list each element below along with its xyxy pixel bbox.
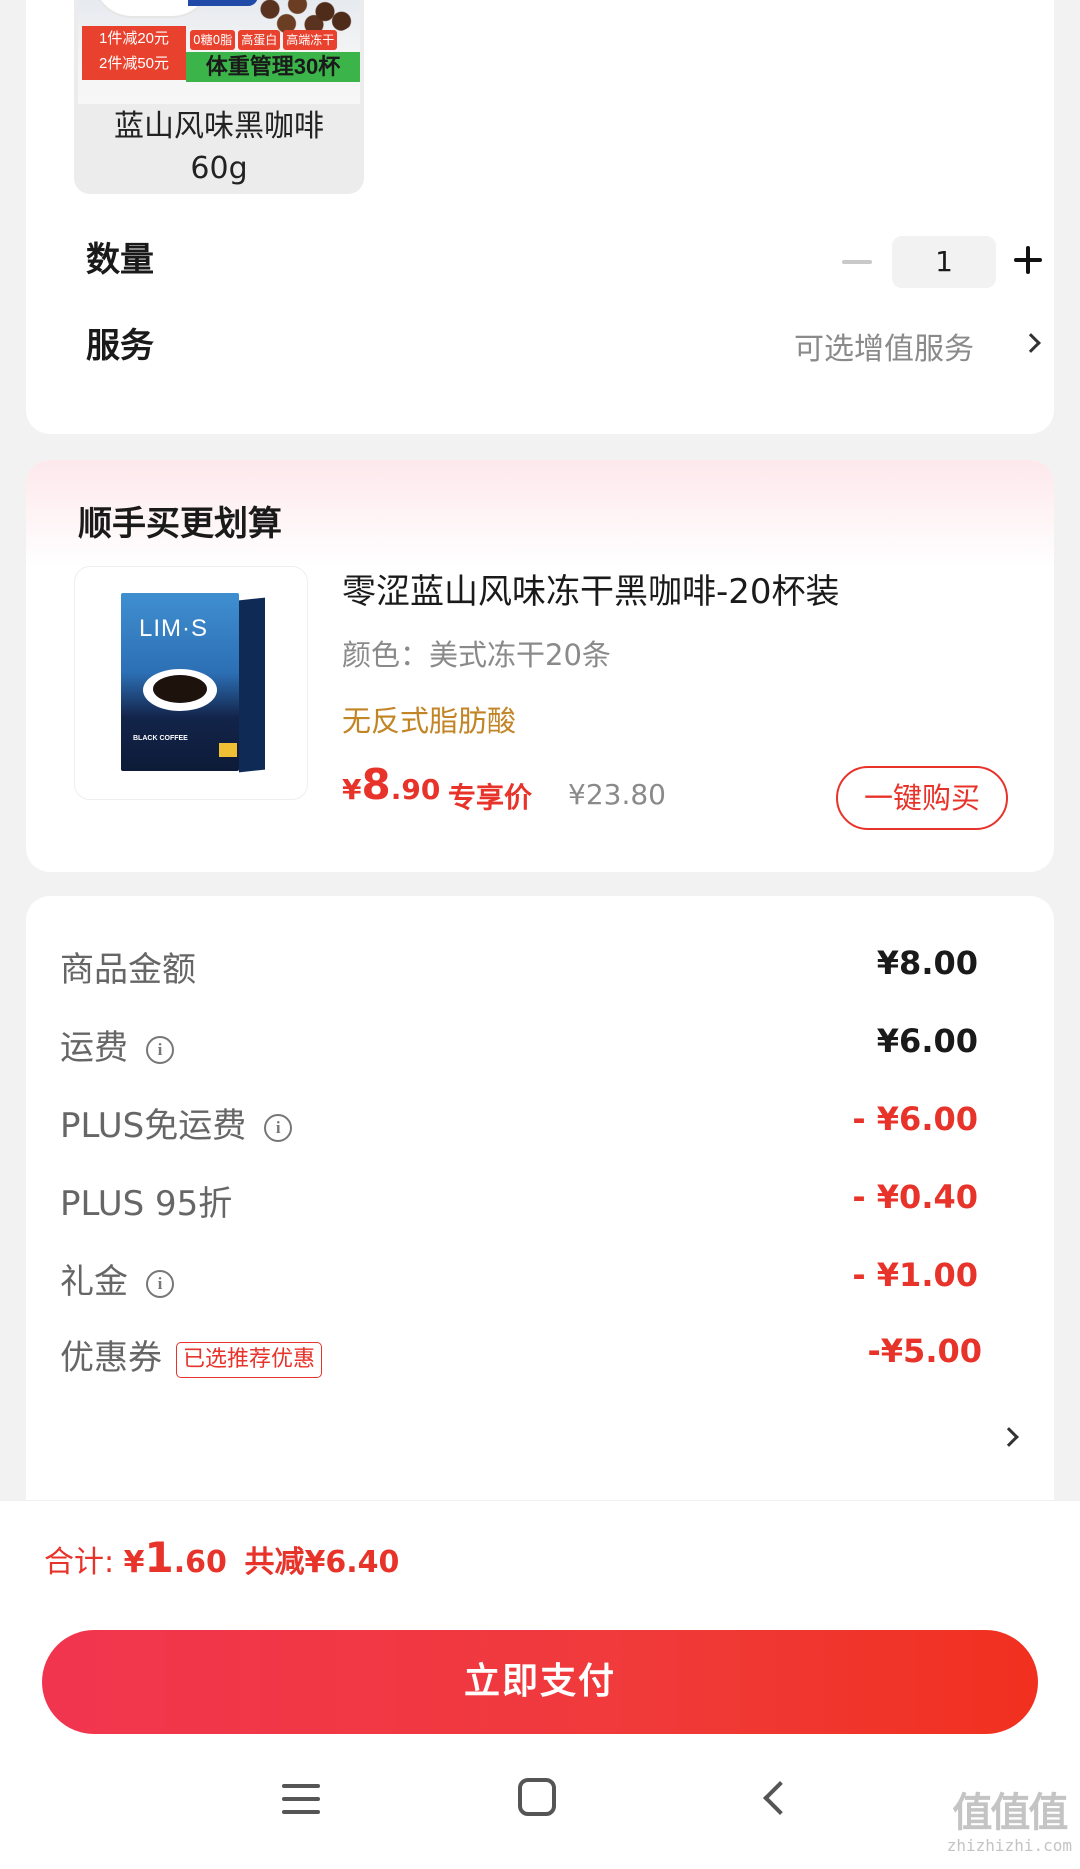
summary-label-wrap: 运费 i [60,1020,174,1069]
total-amount: 合计: ¥1.60 共减¥6.40 [44,1533,399,1582]
summary-row-shipping: 运费 i ¥6.00 [26,1020,1054,1080]
package-graphic [188,0,258,6]
sku-name-line-1: 蓝山风味黑咖啡 [114,109,324,144]
exclusive-price-label: 专享价 [448,781,533,814]
summary-label: 运费 [60,1028,128,1068]
recommend-product-tag: 无反式脂肪酸 [342,704,517,738]
box-side-graphic [239,597,265,773]
sku-tags: 0糖0脂 高蛋白 高端冻干 [190,30,356,50]
menu-icon[interactable] [282,1784,320,1814]
sku-banner: 体重管理30杯 [186,52,360,82]
info-icon[interactable]: i [146,1035,174,1064]
summary-label-wrap: 优惠券 已选推荐优惠 [60,1330,323,1379]
pay-area: 立即支付 [0,1616,1080,1746]
one-click-buy-button[interactable]: 一键购买 [836,766,1008,830]
recommend-card: 顺手买更划算 LIM·S BLACK COFFEE 零涩蓝山风味冻干黑咖啡-20… [26,460,1054,872]
summary-label: PLUS 95折 [60,1184,233,1224]
sku-tag: 高端冻干 [283,30,338,50]
summary-row-plus-discount: PLUS 95折 - ¥0.40 [26,1176,1054,1236]
price-dec: .90 [390,773,441,806]
promo-line-1: 1件减20元 [98,30,170,47]
summary-row-plus-free-shipping: PLUS免运费 i - ¥6.00 [26,1098,1054,1158]
summary-value: - ¥6.00 [852,1100,978,1138]
info-icon[interactable]: i [264,1113,293,1142]
watermark-logo: 值值值 [952,1790,1068,1836]
sku-tag: 0糖0脂 [190,30,236,50]
summary-label-wrap: 礼金 i [60,1254,174,1303]
recommend-product-spec: 颜色：美式冻干20条 [342,638,611,672]
total-prefix: 合计: [44,1545,124,1580]
box-label: BLACK COFFEE [133,735,188,742]
total-saved: 共减¥6.40 [244,1545,400,1580]
box-logo: LIM·S [139,615,209,642]
service-label: 服务 [86,326,154,366]
summary-label: 商品金额 [60,950,196,990]
total-bar: 合计: ¥1.60 共减¥6.40 [0,1500,1080,1616]
minus-icon[interactable] [842,260,872,264]
watermark: 值值值 zhizhizhi.com [947,1790,1072,1855]
quantity-input[interactable]: 1 [892,236,996,288]
product-card: 1件减20元 2件减50元 0糖0脂 高蛋白 高端冻干 体重管理30杯 蓝山风味… [26,0,1054,434]
price-yen: ¥ [342,773,362,806]
coupon-recommend-tag: 已选推荐优惠 [176,1341,323,1378]
coupon-label: 优惠券 [60,1338,162,1378]
summary-label: PLUS免运费 [60,1106,247,1146]
sku-option-tile[interactable]: 1件减20元 2件减50元 0糖0脂 高蛋白 高端冻干 体重管理30杯 蓝山风味… [74,0,364,194]
summary-label-wrap: PLUS免运费 i [60,1098,293,1147]
price-int: 8 [361,760,391,809]
sku-name: 蓝山风味黑咖啡 60g [74,106,364,190]
chevron-right-icon[interactable] [1021,333,1041,353]
sku-tag: 高蛋白 [238,30,281,50]
sku-promo-badge: 1件减20元 2件减50元 [82,26,186,80]
home-icon[interactable] [518,1778,556,1816]
promo-line-2: 2件减50元 [98,55,170,72]
recommend-product-name[interactable]: 零涩蓝山风味冻干黑咖啡-20杯装 [342,564,840,613]
pay-now-button[interactable]: 立即支付 [42,1630,1038,1734]
coupon-value[interactable]: -¥5.00 [868,1332,983,1370]
price-summary-card: 商品金额 ¥8.00 运费 i ¥6.00 PLUS免运费 i - ¥6.00 PL… [26,896,1054,1536]
summary-row-goods: 商品金额 ¥8.00 [26,942,1054,1002]
box-cup-graphic [143,669,217,711]
plus-icon[interactable] [1014,246,1042,274]
coffee-box-graphic: LIM·S BLACK COFFEE [121,593,239,771]
summary-row-gift-money: 礼金 i - ¥1.00 [26,1254,1054,1314]
sku-image: 1件减20元 2件减50元 0糖0脂 高蛋白 高端冻干 体重管理30杯 [78,0,360,104]
recommend-product-image[interactable]: LIM·S BLACK COFFEE [74,566,308,800]
original-price: ¥23.80 [568,778,666,811]
box-tag-graphic [219,743,237,757]
total-dec: .60 [173,1545,227,1580]
total-yen: ¥ [123,1545,145,1580]
summary-value: ¥8.00 [876,944,978,982]
sku-name-line-2: 60g [190,151,248,186]
summary-value: ¥6.00 [876,1022,978,1060]
info-icon[interactable]: i [146,1269,174,1298]
watermark-url: zhizhizhi.com [946,1836,1072,1855]
recommend-price: ¥8.90 [342,760,440,809]
summary-value: - ¥1.00 [852,1256,978,1294]
system-nav-bar: 值值值 zhizhizhi.com [0,1746,1080,1869]
total-int: 1 [144,1533,174,1582]
recommend-title: 顺手买更划算 [78,504,282,544]
summary-label: 礼金 [60,1262,128,1302]
back-icon[interactable] [763,1781,797,1815]
summary-value: - ¥0.40 [852,1178,978,1216]
summary-row-coupon[interactable]: 优惠券 已选推荐优惠 -¥5.00 [26,1330,1054,1390]
service-value[interactable]: 可选增值服务 [794,324,974,368]
quantity-label: 数量 [86,240,154,280]
